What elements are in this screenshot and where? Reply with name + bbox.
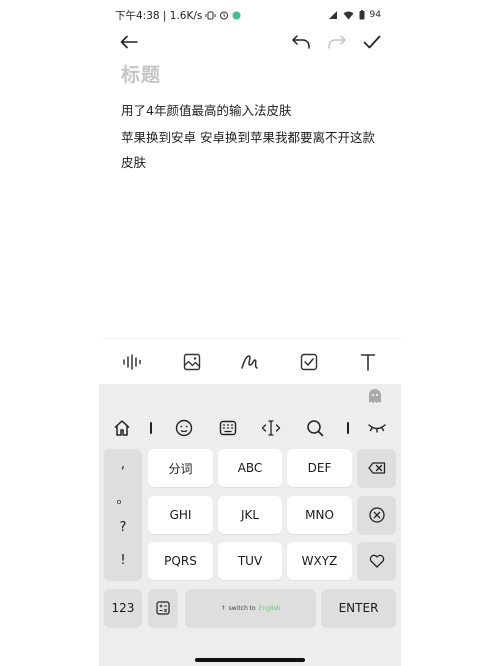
home-icon <box>113 419 131 437</box>
home-indicator-bar[interactable] <box>195 658 305 662</box>
punct-key-question[interactable]: ? <box>104 520 142 535</box>
key-abc[interactable]: ABC <box>218 449 282 487</box>
ghost-icon <box>367 388 383 404</box>
enter-key[interactable]: ENTER <box>321 589 396 627</box>
key-ghi[interactable]: GHI <box>148 496 213 534</box>
note-title-field[interactable]: 标题 <box>121 60 161 87</box>
image-icon <box>183 353 201 371</box>
key-pqrs[interactable]: PQRS <box>148 542 213 580</box>
wifi-icon <box>343 11 354 20</box>
battery-level: 94 <box>369 10 381 20</box>
function-row-divider <box>347 422 349 434</box>
collapse-icon <box>367 421 387 435</box>
redo-icon <box>327 34 347 50</box>
note-body[interactable]: 用了4年颜值最高的输入法皮肤 苹果换到安卓 安卓换到苹果我都要离不开这款皮肤 <box>121 98 383 175</box>
punctuation-column: , 。 ? ! <box>104 449 142 581</box>
editor-tool-strip <box>99 338 401 384</box>
redo-button[interactable] <box>325 30 349 54</box>
status-time-speed: 下午4:38 | 1.6K/s <box>115 9 203 22</box>
confirm-button[interactable] <box>360 30 384 54</box>
handwriting-button[interactable] <box>238 350 262 374</box>
backspace-icon <box>367 462 386 474</box>
cursor-control-button[interactable] <box>259 416 283 440</box>
undo-icon <box>291 34 311 50</box>
status-left: 下午4:38 | 1.6K/s <box>115 8 241 23</box>
keyboard-icon <box>219 419 237 437</box>
punct-key-comma[interactable]: , <box>104 457 142 472</box>
space-hint-label: switch to <box>228 604 256 612</box>
space-lang-label: English <box>258 604 281 612</box>
keyboard-settings-key[interactable] <box>148 589 178 627</box>
search-button[interactable] <box>303 416 327 440</box>
insert-image-button[interactable] <box>180 350 204 374</box>
status-right: 94 <box>328 10 381 20</box>
checkmark-icon <box>363 35 381 49</box>
number-mode-key[interactable]: 123 <box>104 589 142 627</box>
vibrate-icon <box>205 11 216 20</box>
undo-button[interactable] <box>289 30 313 54</box>
key-jkl[interactable]: JKL <box>218 496 282 534</box>
key-mno[interactable]: MNO <box>287 496 352 534</box>
punct-key-period[interactable]: 。 <box>104 488 142 507</box>
calculator-icon <box>156 601 170 615</box>
keyboard-home-button[interactable] <box>110 416 134 440</box>
keyboard-layout-button[interactable] <box>216 416 240 440</box>
key-wxyz[interactable]: WXYZ <box>287 542 352 580</box>
key-def[interactable]: DEF <box>287 449 352 487</box>
checklist-button[interactable] <box>297 350 321 374</box>
text-format-icon <box>360 353 376 371</box>
editor-toolbar <box>99 30 401 54</box>
audio-wave-icon <box>122 354 142 370</box>
space-key[interactable]: ↑ switch to English <box>185 589 316 627</box>
status-bar: 下午4:38 | 1.6K/s 94 <box>99 0 401 30</box>
clear-key[interactable] <box>357 496 396 534</box>
alarm-icon <box>219 10 229 20</box>
note-paragraph: 用了4年颜值最高的输入法皮肤 <box>121 103 292 118</box>
cursor-icon <box>261 419 281 437</box>
back-button[interactable] <box>117 30 141 54</box>
phone-screen: 下午4:38 | 1.6K/s 94 标题 用了4年颜值最高的输入法皮肤 苹果换… <box>99 0 401 666</box>
keyboard-function-row <box>99 414 401 442</box>
circle-x-icon <box>368 507 385 523</box>
cellular-signal-icon <box>328 10 338 20</box>
collapse-keyboard-button[interactable] <box>365 416 389 440</box>
battery-icon <box>359 10 365 20</box>
key-tuv[interactable]: TUV <box>218 542 282 580</box>
emoji-button[interactable] <box>172 416 196 440</box>
search-icon <box>306 419 324 437</box>
function-row-divider <box>150 422 152 434</box>
ime-keyboard: , 。 ? ! 分词 ABC DEF GHI JKL MNO PQRS TUV … <box>99 384 401 666</box>
punct-key-exclaim[interactable]: ! <box>104 553 142 568</box>
space-arrow: ↑ <box>220 604 226 612</box>
note-paragraph: 苹果换到安卓 安卓换到苹果我都要离不开这款皮肤 <box>121 130 375 170</box>
handwriting-icon <box>240 353 260 371</box>
keyboard-skin-button[interactable] <box>366 387 384 405</box>
backspace-key[interactable] <box>357 449 396 487</box>
heart-icon <box>369 554 385 568</box>
arrow-left-icon <box>120 35 138 49</box>
emoji-icon <box>175 419 193 437</box>
text-format-button[interactable] <box>356 350 380 374</box>
favorite-key[interactable] <box>357 542 396 580</box>
voice-input-button[interactable] <box>120 350 144 374</box>
key-fenci[interactable]: 分词 <box>148 449 213 487</box>
checkbox-icon <box>300 353 318 371</box>
app-notification-icon <box>232 11 241 20</box>
